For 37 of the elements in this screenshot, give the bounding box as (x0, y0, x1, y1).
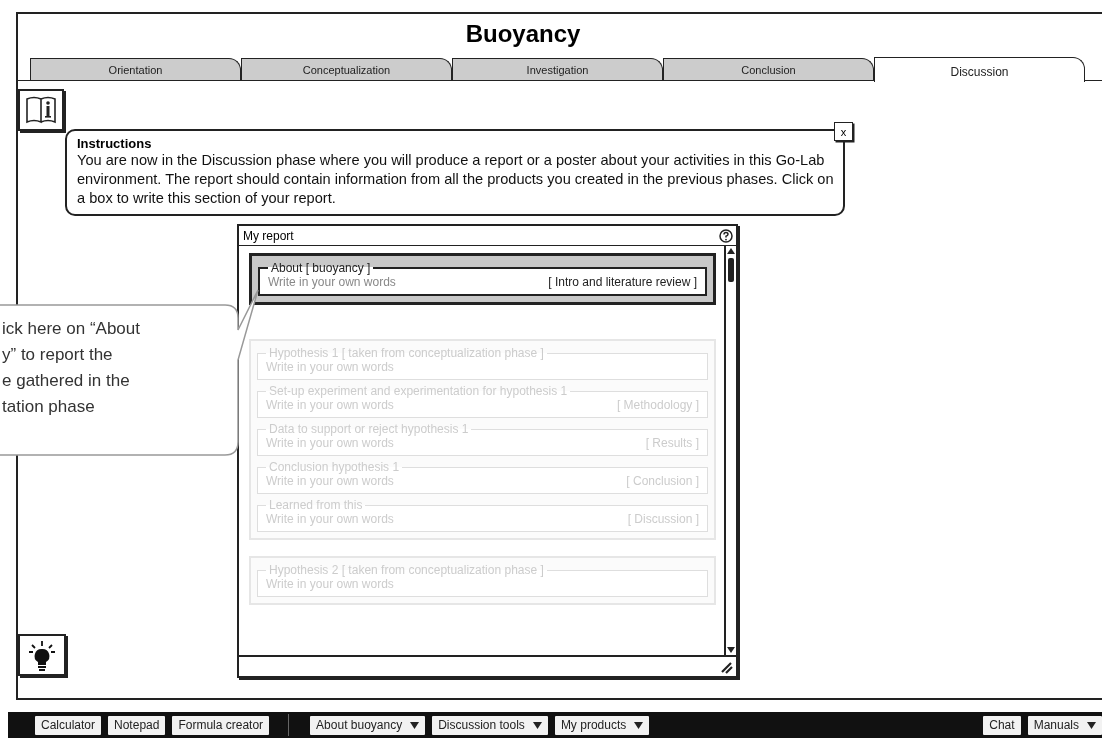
phase-tab[interactable]: Discussion (874, 56, 1085, 82)
tool-button[interactable]: Chat (983, 715, 1021, 735)
scrollbar[interactable] (724, 246, 736, 655)
section-tag: [ Intro and literature review ] (548, 275, 697, 289)
caret-icon (410, 721, 420, 729)
callout-text: y” to report the (2, 344, 114, 366)
phase-tab[interactable]: Conclusion (663, 58, 874, 80)
info-book-icon[interactable] (18, 89, 64, 131)
caret-icon (532, 721, 542, 729)
menu-dropdown[interactable]: Discussion tools (432, 715, 548, 735)
instructions-title: Instructions (77, 136, 153, 151)
caret-icon (1087, 721, 1096, 729)
tool-button[interactable]: Notepad (108, 715, 166, 735)
tool-button[interactable]: Calculator (35, 715, 102, 735)
phase-tab[interactable]: Conceptualization (241, 58, 452, 80)
callout-text: ick here on “About (2, 318, 140, 340)
help-icon (719, 228, 733, 243)
tool-button[interactable]: Formula creator (172, 715, 270, 735)
book-drawing (24, 94, 58, 126)
phase-tab[interactable]: Investigation (452, 58, 663, 80)
report-title: My report (243, 228, 294, 243)
instructions-text: You are now in the Discussion phase where you will produce a report or a poster about your activities in this Go-Lab environment. The report should contain information from all the products you created in the previous phases. Click on a box to write this section of your report. (77, 151, 835, 208)
placeholder-text: Write in your own words (268, 275, 396, 289)
close-button[interactable]: x (834, 122, 853, 141)
callout-text: e gathered in the (2, 370, 131, 392)
report-section-field[interactable]: About [ buoyancy ] Write in your own words [ Intro and literature review ] (258, 261, 707, 296)
menu-dropdown[interactable]: About buoyancy (310, 715, 426, 735)
page-title: Buoyancy (465, 20, 581, 48)
caret-icon (634, 721, 644, 729)
menu-dropdown[interactable]: Manuals (1027, 715, 1102, 735)
menu-dropdown[interactable]: My products (554, 715, 650, 735)
phase-tab[interactable]: Orientation (30, 58, 241, 80)
callout-text: tation phase (2, 396, 96, 418)
lightbulb-icon[interactable] (18, 634, 66, 676)
bulb-drawing (26, 638, 58, 672)
section-title: About [ buoyancy ] (270, 261, 372, 275)
resize-handle-icon (719, 659, 733, 674)
